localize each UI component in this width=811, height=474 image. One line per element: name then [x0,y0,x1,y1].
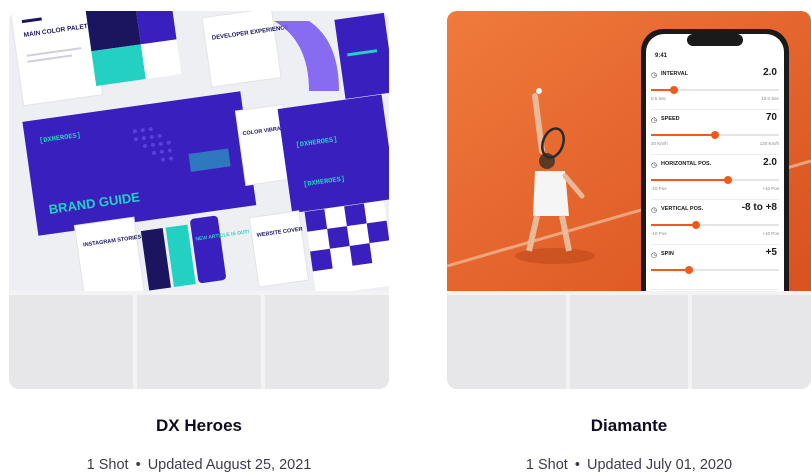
slider-max-label: 10.0 Sec [761,96,779,101]
mini-thumbnail-placeholder [569,295,689,389]
hero-shot[interactable]: 9:41 ◷ INTERVAL 2.0 0.5 Sec 10.0 Sec ◷ SPEED 70… [447,11,811,291]
clock-icon: ◷ [651,72,658,79]
setting-label: HORIZONTAL POS. [661,161,712,167]
collection-card-dx-heroes[interactable]: MAIN COLOR PALETTE DEVELOPER EXPERIENCE [9,11,389,473]
mini-thumbnail-placeholder [265,295,389,389]
collection-meta: 1 Shot • Updated July 01, 2020 [447,457,811,473]
collection-title[interactable]: Diamante [447,416,811,436]
setting-value: 2.0 [763,157,777,168]
setting-value: -8 to +8 [741,202,777,213]
slider-fill [651,179,728,181]
phone-time: 9:41 [655,53,668,59]
updated-date: Updated July 01, 2020 [586,457,733,473]
slider-knob[interactable] [711,131,719,139]
setting-value: +5 [765,247,777,258]
mini-thumbnails [447,295,811,389]
shot-count: 1 Shot [525,457,568,473]
speed-icon: ◷ [651,117,658,124]
slider-knob[interactable] [723,176,732,184]
setting-row: ◷ SPEED 70 20 Km/h 120 Km/h [651,110,779,155]
updated-date: Updated August 25, 2021 [147,457,312,473]
collection-card-diamante[interactable]: 9:41 ◷ INTERVAL 2.0 0.5 Sec 10.0 Sec ◷ SPEED 70… [447,11,811,473]
settings-list: ◷ INTERVAL 2.0 0.5 Sec 10.0 Sec ◷ SPEED 70 20 Km… [651,65,779,290]
mini-thumbnails [9,295,389,389]
slider-min-label: -10 Pos [651,186,667,191]
setting-slider[interactable] [651,266,779,274]
setting-slider[interactable] [651,131,779,139]
slider-knob[interactable] [670,86,679,94]
mini-thumbnail-placeholder [9,295,133,389]
slider-knob[interactable] [685,266,694,274]
collection-thumbnails[interactable]: MAIN COLOR PALETTE DEVELOPER EXPERIENCE [9,11,389,389]
mini-thumbnail-placeholder [447,295,566,389]
setting-row: ◷ HORIZONTAL POS. 2.0 -10 Pos +10 Pos [651,155,779,200]
setting-slider[interactable] [651,86,779,94]
collection-title[interactable]: DX Heroes [9,416,389,436]
spin-icon: ◷ [651,252,658,259]
meta-separator: • [135,457,141,473]
slider-fill [651,224,696,226]
slider-max-label: +10 Pos [762,186,779,191]
mini-thumbnail-placeholder [137,295,261,389]
slider-max-label: +10 Pos [762,231,779,236]
setting-row: ◷ VERTICAL POS. -8 to +8 -10 Pos +10 Pos [651,200,779,245]
setting-slider[interactable] [651,176,779,184]
slider-max-label: 120 Km/h [759,141,779,146]
dx-heroes-brand-guide-image: MAIN COLOR PALETTE DEVELOPER EXPERIENCE [9,11,389,291]
slider-fill [651,269,690,271]
hero-shot[interactable]: MAIN COLOR PALETTE DEVELOPER EXPERIENCE [9,11,389,291]
slider-fill [651,134,715,136]
setting-label: INTERVAL [661,71,688,77]
meta-separator: • [574,457,580,473]
vertical-arrows-icon: ◷ [651,207,658,214]
collection-meta: 1 Shot • Updated August 25, 2021 [9,457,389,473]
slider-min-label: 0.5 Sec [651,96,667,101]
shot-count: 1 Shot [86,457,129,473]
setting-label: SPIN [661,251,674,257]
setting-slider[interactable] [651,221,779,229]
slider-min-label: 20 Km/h [651,141,668,146]
collection-thumbnails[interactable]: 9:41 ◷ INTERVAL 2.0 0.5 Sec 10.0 Sec ◷ SPEED 70… [447,11,811,389]
setting-row: ◷ INTERVAL 2.0 0.5 Sec 10.0 Sec [651,65,779,110]
slider-knob[interactable] [691,221,700,229]
setting-label: VERTICAL POS. [661,206,704,212]
slider-min-label: -10 Pos [651,231,667,236]
setting-value: 70 [765,112,777,123]
setting-row: ◷ SPIN +5 [651,245,779,290]
setting-label: SPEED [661,116,680,122]
setting-value: 2.0 [763,67,777,78]
mini-thumbnail-placeholder [692,295,811,389]
horizontal-arrows-icon: ◷ [651,162,658,169]
